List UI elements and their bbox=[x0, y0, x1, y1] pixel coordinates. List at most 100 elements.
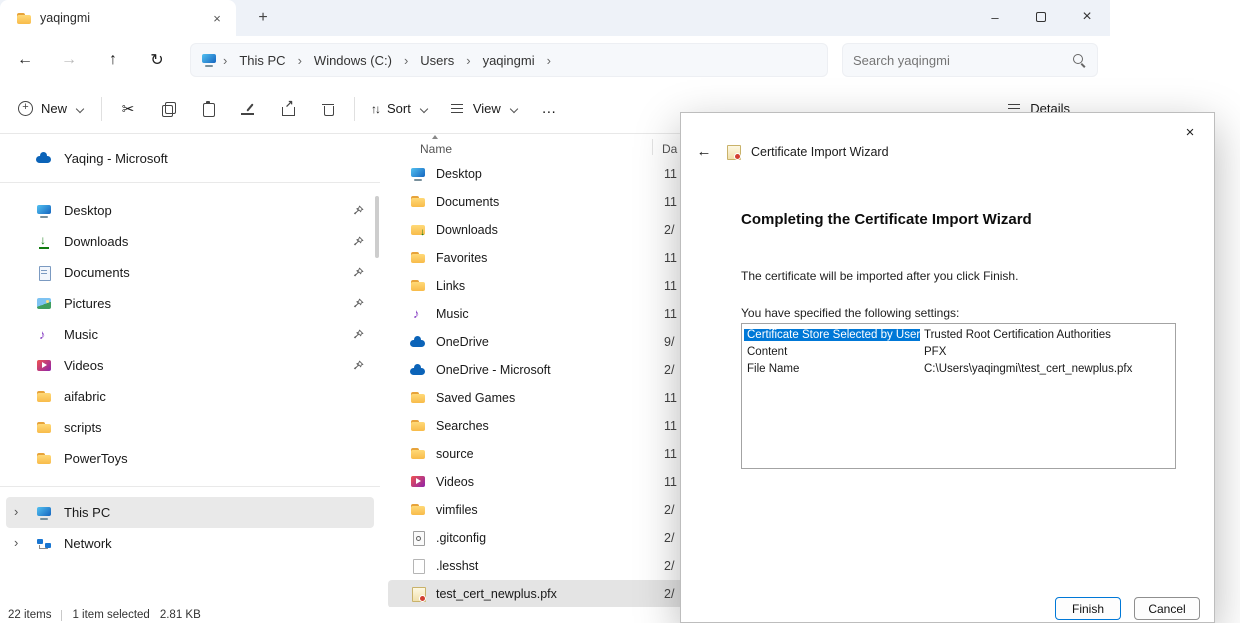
rename-icon bbox=[240, 101, 256, 117]
breadcrumb-yaqingmi[interactable]: yaqingmi bbox=[477, 53, 541, 68]
column-divider[interactable] bbox=[652, 139, 653, 155]
sidebar-item-music[interactable]: Music bbox=[6, 319, 374, 350]
music-icon bbox=[36, 327, 52, 343]
pin-icon bbox=[353, 329, 364, 340]
trash-icon bbox=[320, 101, 336, 117]
sidebar-item-desktop[interactable]: Desktop bbox=[6, 195, 374, 226]
folder-icon bbox=[36, 451, 52, 467]
chevron-down-icon bbox=[419, 105, 429, 113]
file-icon bbox=[410, 558, 426, 574]
sidebar-item-scripts[interactable]: scripts bbox=[6, 412, 374, 443]
toolbar-divider bbox=[101, 97, 102, 121]
settings-row[interactable]: File Name C:\Users\yaqingmi\test_cert_ne… bbox=[744, 360, 1173, 377]
file-date: 2/ bbox=[664, 503, 674, 517]
copy-icon bbox=[160, 101, 176, 117]
file-date: 11 bbox=[664, 419, 677, 433]
folder-icon bbox=[36, 389, 52, 405]
sort-ascending-icon bbox=[432, 135, 438, 139]
desktop-icon bbox=[410, 166, 426, 182]
sidebar-item-onedrive[interactable]: Yaqing - Microsoft bbox=[6, 142, 374, 174]
settings-list[interactable]: Certificate Store Selected by User Trust… bbox=[741, 323, 1176, 469]
address-bar[interactable]: This PC Windows (C:) Users yaqingmi bbox=[190, 43, 828, 77]
file-name: OneDrive bbox=[436, 335, 489, 349]
sidebar-item-label: Network bbox=[64, 536, 112, 551]
share-icon bbox=[280, 101, 296, 117]
file-name: Desktop bbox=[436, 167, 482, 181]
close-button[interactable] bbox=[1064, 0, 1110, 34]
chevron-right-icon bbox=[464, 53, 472, 68]
breadcrumb-users[interactable]: Users bbox=[414, 53, 460, 68]
file-name: Videos bbox=[436, 475, 474, 489]
screen: yaqingmi This PC Windows (C:) bbox=[0, 0, 1240, 623]
sidebar-item-videos[interactable]: Videos bbox=[6, 350, 374, 381]
setting-value: C:\Users\yaqingmi\test_cert_newplus.pfx bbox=[920, 363, 1136, 375]
sort-button[interactable]: Sort bbox=[361, 91, 439, 127]
cut-button[interactable] bbox=[108, 91, 148, 127]
sidebar-item-label: Videos bbox=[64, 358, 104, 373]
sidebar-item-label: Downloads bbox=[64, 234, 128, 249]
chevron-right-icon[interactable] bbox=[14, 535, 18, 550]
pin-icon bbox=[353, 267, 364, 278]
sidebar-scrollbar[interactable] bbox=[375, 196, 379, 258]
sidebar-item-aifabric[interactable]: aifabric bbox=[6, 381, 374, 412]
file-name: Downloads bbox=[436, 223, 498, 237]
setting-key: File Name bbox=[744, 363, 920, 375]
new-tab-button[interactable] bbox=[248, 5, 278, 31]
explorer-tab[interactable]: yaqingmi bbox=[0, 0, 236, 36]
dialog-back-button[interactable] bbox=[693, 143, 715, 160]
file-date: 11 bbox=[664, 167, 677, 181]
search-input[interactable] bbox=[853, 53, 1071, 68]
file-name: source bbox=[436, 447, 474, 461]
setting-key: Content bbox=[744, 346, 920, 358]
paste-icon bbox=[200, 101, 216, 117]
pictures-icon bbox=[36, 296, 52, 312]
sidebar-item-documents[interactable]: Documents bbox=[6, 257, 374, 288]
column-header-name[interactable]: Name bbox=[420, 142, 452, 156]
sidebar-item-network[interactable]: Network bbox=[6, 528, 374, 559]
tab-title: yaqingmi bbox=[40, 11, 196, 25]
folder-icon bbox=[410, 502, 426, 518]
sidebar-item-downloads[interactable]: Downloads bbox=[6, 226, 374, 257]
view-button[interactable]: View bbox=[439, 91, 529, 127]
minimize-button[interactable] bbox=[972, 0, 1018, 34]
rename-button[interactable] bbox=[228, 91, 268, 127]
sort-icon bbox=[371, 102, 379, 116]
breadcrumb-windows-c[interactable]: Windows (C:) bbox=[308, 53, 398, 68]
column-header-date[interactable]: Da bbox=[662, 142, 677, 156]
sidebar-item-label: scripts bbox=[64, 420, 102, 435]
selection-size: 2.81 KB bbox=[160, 609, 201, 621]
file-date: 11 bbox=[664, 251, 677, 265]
more-options-button[interactable] bbox=[529, 91, 569, 127]
certificate-icon bbox=[410, 586, 426, 602]
sidebar-item-label: This PC bbox=[64, 505, 110, 520]
copy-button[interactable] bbox=[148, 91, 188, 127]
chevron-right-icon bbox=[296, 53, 304, 68]
up-button[interactable] bbox=[94, 42, 132, 78]
sidebar-item-pictures[interactable]: Pictures bbox=[6, 288, 374, 319]
dialog-title: Certificate Import Wizard bbox=[751, 145, 889, 159]
new-button[interactable]: New bbox=[8, 91, 95, 127]
dialog-close-button[interactable] bbox=[1174, 119, 1206, 145]
share-button[interactable] bbox=[268, 91, 308, 127]
breadcrumb-this-pc[interactable]: This PC bbox=[233, 53, 291, 68]
tab-close-icon[interactable] bbox=[206, 7, 228, 29]
wizard-heading: Completing the Certificate Import Wizard bbox=[741, 211, 1032, 228]
maximize-button[interactable] bbox=[1018, 0, 1064, 34]
chevron-right-icon[interactable] bbox=[14, 504, 18, 519]
network-icon bbox=[36, 536, 52, 552]
delete-button[interactable] bbox=[308, 91, 348, 127]
forward-button[interactable] bbox=[50, 42, 88, 78]
sidebar-separator bbox=[0, 182, 380, 183]
sidebar-item-powertoys[interactable]: PowerToys bbox=[6, 443, 374, 474]
search-box[interactable] bbox=[842, 43, 1098, 77]
settings-row[interactable]: Certificate Store Selected by User Trust… bbox=[744, 326, 1173, 343]
paste-button[interactable] bbox=[188, 91, 228, 127]
cancel-button[interactable]: Cancel bbox=[1134, 597, 1200, 620]
sidebar-item-this-pc[interactable]: This PC bbox=[6, 497, 374, 528]
refresh-button[interactable] bbox=[138, 42, 176, 78]
back-button[interactable] bbox=[6, 42, 44, 78]
folder-icon bbox=[410, 250, 426, 266]
finish-button[interactable]: Finish bbox=[1055, 597, 1121, 620]
file-name: test_cert_newplus.pfx bbox=[436, 587, 557, 601]
settings-row[interactable]: Content PFX bbox=[744, 343, 1173, 360]
